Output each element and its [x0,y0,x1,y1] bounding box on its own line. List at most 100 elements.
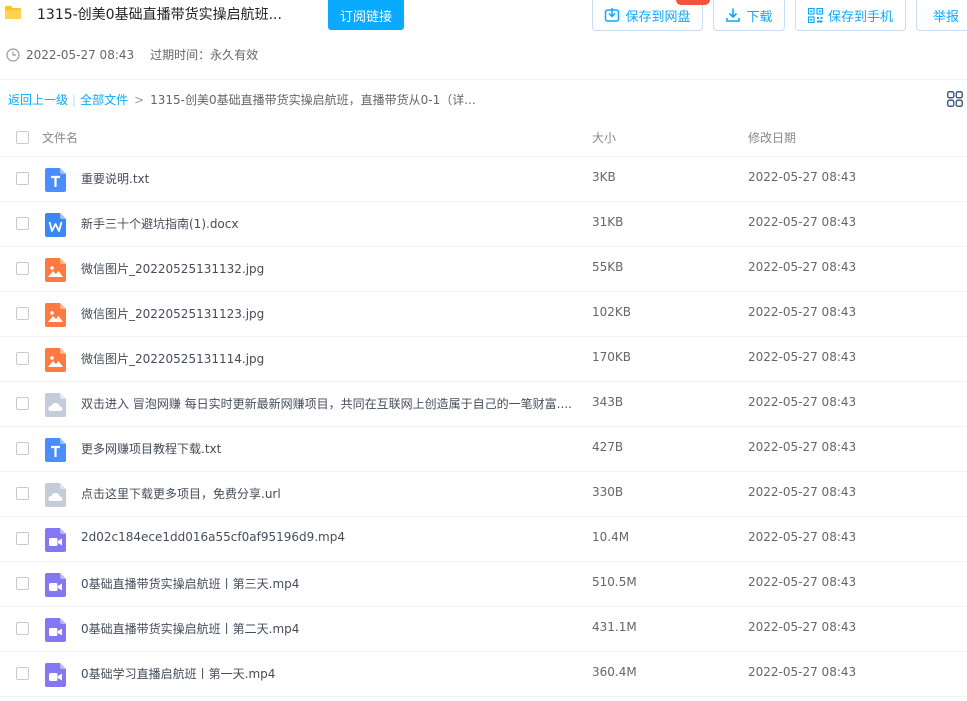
subscribe-button[interactable]: 订阅链接 [328,0,404,30]
row-checkbox[interactable] [16,532,29,545]
cloud-file-icon [45,483,66,507]
file-date: 2022-05-27 08:43 [748,665,857,679]
row-checkbox[interactable] [16,622,29,635]
file-name[interactable]: 微信图片_20220525131132.jpg [81,260,264,277]
video-file-icon [45,618,66,642]
file-date: 2022-05-27 08:43 [748,305,857,319]
file-name[interactable]: 0基础直播带货实操启航班丨第二天.mp4 [81,620,299,637]
report-label: 举报 [932,9,959,25]
word-file-icon [45,213,66,237]
share-meta: 2022-05-27 08:43 过期时间：永久有效 [6,46,258,63]
row-checkbox[interactable] [16,577,29,590]
share-date: 2022-05-27 08:43 [26,47,135,62]
save-to-disk-label: 保存到网盘 [625,9,691,25]
file-size: 510.5M [592,575,637,589]
folder-icon [5,6,21,19]
file-name[interactable]: 双击进入 冒泡网赚 每日实时更新最新网赚项目，共同在互联网上创造属于自己的一笔财… [81,395,572,412]
grid-view-icon[interactable] [947,91,963,107]
file-row[interactable]: 微信图片_20220525131114.jpg 170KB 2022-05-27 0… [0,337,967,382]
file-row[interactable]: 更多网赚项目教程下载.txt 427B 2022-05-27 08:43 [0,427,967,472]
column-size[interactable]: 大小 [592,129,616,146]
hot-badge [676,0,710,5]
file-size: 431.1M [592,620,637,634]
file-name[interactable]: 微信图片_20220525131123.jpg [81,305,264,322]
file-table-header: 文件名 大小 修改日期 [0,118,967,157]
file-size: 10.4M [592,530,630,544]
file-size: 343B [592,395,624,409]
download-icon [726,8,741,22]
report-button[interactable]: 举报 [916,0,967,31]
qr-code-icon [807,7,823,23]
file-row[interactable]: 0基础直播带货实操启航班丨第二天.mp4 431.1M 2022-05-27 08:… [0,607,967,652]
file-name[interactable]: 0基础学习直播启航班丨第一天.mp4 [81,665,275,682]
row-checkbox[interactable] [16,172,29,185]
file-size: 427B [592,440,624,454]
row-checkbox[interactable] [16,352,29,365]
file-row[interactable]: 2d02c184ece1dd016a55cf0af95196d9.mp4 10.4… [0,517,967,562]
row-checkbox[interactable] [16,217,29,230]
file-date: 2022-05-27 08:43 [748,260,857,274]
file-date: 2022-05-27 08:43 [748,440,857,454]
file-size: 102KB [592,305,632,319]
breadcrumb-divider: | [72,93,77,107]
row-checkbox[interactable] [16,667,29,680]
download-button[interactable]: 下载 [713,0,785,31]
select-all-checkbox[interactable] [16,131,29,144]
file-row[interactable]: 点击这里下载更多项目，免费分享.url 330B 2022-05-27 08:43 [0,472,967,517]
txt-file-icon [45,438,66,462]
video-file-icon [45,573,66,597]
clock-icon [6,47,20,62]
file-size: 55KB [592,260,624,274]
share-title: 1315-创美0基础直播带货实操启航班... [37,7,282,23]
image-file-icon [45,348,66,372]
row-checkbox[interactable] [16,397,29,410]
save-to-phone-label: 保存到手机 [827,9,893,25]
breadcrumb: 返回上一级 | 全部文件 >1315-创美0基础直播带货实操启航班，直播带货从0-1（… [8,91,476,108]
file-size: 170KB [592,350,632,364]
file-list: 重要说明.txt 3KB 2022-05-27 08:43 新手三十个避坑指南(1).… [0,157,967,697]
file-date: 2022-05-27 08:43 [748,170,857,184]
share-header: 1315-创美0基础直播带货实操启航班... 订阅链接 保存到网盘 下载 保存到… [0,0,967,80]
file-size: 31KB [592,215,624,229]
breadcrumb-current: 1315-创美0基础直播带货实操启航班，直播带货从0-1（详... [150,93,476,107]
header-divider [0,79,967,80]
row-checkbox[interactable] [16,307,29,320]
file-name[interactable]: 重要说明.txt [81,170,149,187]
save-to-phone-button[interactable]: 保存到手机 [795,0,906,31]
file-row[interactable]: 微信图片_20220525131132.jpg 55KB 2022-05-27 08… [0,247,967,292]
file-date: 2022-05-27 08:43 [748,215,857,229]
file-date: 2022-05-27 08:43 [748,620,857,634]
image-file-icon [45,258,66,282]
breadcrumb-arrow: > [134,93,145,107]
video-file-icon [45,528,66,552]
image-file-icon [45,303,66,327]
row-checkbox[interactable] [16,262,29,275]
file-name[interactable]: 0基础直播带货实操启航班丨第三天.mp4 [81,575,299,592]
row-checkbox[interactable] [16,487,29,500]
file-date: 2022-05-27 08:43 [748,350,857,364]
file-name[interactable]: 点击这里下载更多项目，免费分享.url [81,485,281,502]
file-row[interactable]: 微信图片_20220525131123.jpg 102KB 2022-05-27 0… [0,292,967,337]
txt-file-icon [45,168,66,192]
file-size: 3KB [592,170,616,184]
file-row[interactable]: 新手三十个避坑指南(1).docx 31KB 2022-05-27 08:43 [0,202,967,247]
file-date: 2022-05-27 08:43 [748,395,857,409]
column-name[interactable]: 文件名 [42,129,78,146]
file-date: 2022-05-27 08:43 [748,530,857,544]
file-row[interactable]: 双击进入 冒泡网赚 每日实时更新最新网赚项目，共同在互联网上创造属于自己的一笔财… [0,382,967,427]
row-checkbox[interactable] [16,442,29,455]
file-name[interactable]: 微信图片_20220525131114.jpg [81,350,264,367]
save-disk-icon [605,8,620,22]
column-date[interactable]: 修改日期 [748,129,796,146]
download-label: 下载 [746,9,773,25]
file-size: 330B [592,485,624,499]
cloud-file-icon [45,393,66,417]
file-row[interactable]: 0基础学习直播启航班丨第一天.mp4 360.4M 2022-05-27 08:43 [0,652,967,697]
file-row[interactable]: 0基础直播带货实操启航班丨第三天.mp4 510.5M 2022-05-27 08:… [0,562,967,607]
file-name[interactable]: 2d02c184ece1dd016a55cf0af95196d9.mp4 [81,530,345,544]
file-name[interactable]: 新手三十个避坑指南(1).docx [81,215,238,232]
file-name[interactable]: 更多网赚项目教程下载.txt [81,440,221,457]
all-files-link[interactable]: 全部文件 [80,93,128,107]
file-row[interactable]: 重要说明.txt 3KB 2022-05-27 08:43 [0,157,967,202]
back-link[interactable]: 返回上一级 [8,93,68,107]
